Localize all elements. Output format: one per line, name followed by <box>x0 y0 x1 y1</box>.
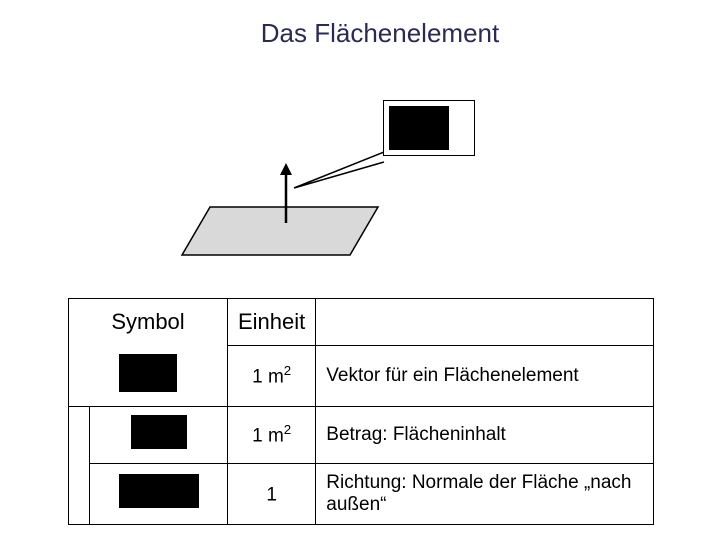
unit-cell-1: 1 m2 <box>228 406 316 463</box>
callout-symbol <box>389 106 449 150</box>
indent-spacer <box>69 406 90 463</box>
unit-cell-0: 1 m2 <box>228 346 316 407</box>
slide-title: Das Flächenelement <box>0 18 720 49</box>
callout-box <box>383 100 475 156</box>
indent-spacer-2 <box>69 463 90 524</box>
desc-cell-1: Betrag: Flächeninhalt <box>316 406 654 463</box>
symbol-dA-direction <box>119 474 199 508</box>
surface-element-diagram <box>170 80 530 260</box>
header-symbol: Symbol <box>69 299 228 346</box>
symbol-cell-vector <box>69 346 228 407</box>
header-unit: Einheit <box>228 299 316 346</box>
symbol-cell-direction <box>90 463 228 524</box>
header-blank <box>316 299 654 346</box>
symbol-dA-magnitude <box>131 415 187 449</box>
definition-table: Symbol Einheit 1 m2 Vektor für ein Fläch… <box>68 298 654 525</box>
unit-cell-2: 1 <box>228 463 316 524</box>
desc-cell-2: Richtung: Normale der Fläche „nach außen… <box>316 463 654 524</box>
symbol-dA-vector <box>119 354 177 392</box>
desc-cell-0: Vektor für ein Flächenelement <box>316 346 654 407</box>
symbol-cell-magnitude <box>90 406 228 463</box>
